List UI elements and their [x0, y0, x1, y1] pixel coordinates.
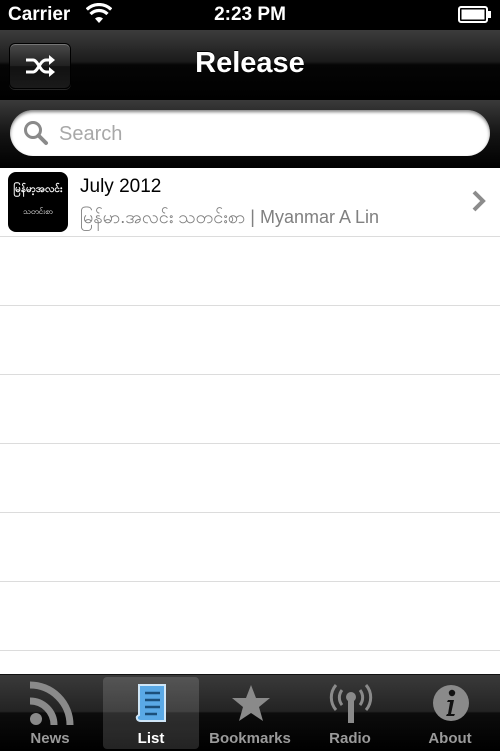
battery-icon: [458, 6, 492, 23]
status-bar: Carrier 2:23 PM: [0, 0, 500, 30]
empty-row: [0, 582, 500, 651]
clock: 2:23 PM: [214, 4, 286, 25]
navigation-bar: Release: [0, 30, 500, 101]
empty-row: [0, 306, 500, 375]
chevron-right-icon: [472, 190, 486, 217]
list-item-subtitle: မြန်မာ.အလင်း သတင်းစာ | Myanmar A Lin: [80, 207, 380, 227]
tab-list[interactable]: List: [103, 677, 199, 749]
thumbnail-subtitle: သတင်းစာ: [23, 207, 53, 216]
search-input[interactable]: [57, 118, 481, 150]
search-icon: [24, 121, 48, 145]
info-icon: [433, 685, 469, 721]
search-bar: [0, 100, 500, 168]
tab-about[interactable]: About: [402, 677, 498, 749]
empty-row: [0, 237, 500, 306]
empty-row: [0, 513, 500, 582]
tab-label-news: News: [30, 730, 70, 747]
tab-label-list: List: [137, 730, 165, 747]
tab-label-about: About: [428, 730, 472, 747]
empty-row: [0, 375, 500, 444]
star-icon: [232, 685, 270, 721]
tab-label-radio: Radio: [329, 730, 371, 747]
rss-icon: [29, 681, 74, 726]
newspaper-thumbnail: မြန်မာ့အလင်း သတင်းစာ: [8, 172, 68, 232]
tab-bookmarks[interactable]: Bookmarks: [202, 677, 298, 749]
empty-row: [0, 651, 500, 674]
list-scroll-icon: [135, 684, 166, 722]
tab-bar: News List Bookmarks Radio About: [0, 674, 500, 751]
page-title: Release: [195, 47, 305, 79]
release-list: မြန်မာ့အလင်း သတင်းစာ July 2012 မြန်မာ.အလ…: [0, 168, 500, 674]
list-item[interactable]: မြန်မာ့အလင်း သတင်းစာ July 2012 မြန်မာ.အလ…: [0, 168, 500, 237]
radio-antenna-icon: [329, 684, 373, 723]
tab-news[interactable]: News: [2, 677, 98, 749]
empty-row: [0, 444, 500, 513]
search-field[interactable]: [10, 110, 490, 156]
tab-label-bookmarks: Bookmarks: [209, 730, 291, 747]
thumbnail-masthead: မြန်မာ့အလင်း: [13, 184, 63, 195]
tab-radio[interactable]: Radio: [302, 677, 398, 749]
list-item-title: July 2012: [80, 176, 162, 197]
